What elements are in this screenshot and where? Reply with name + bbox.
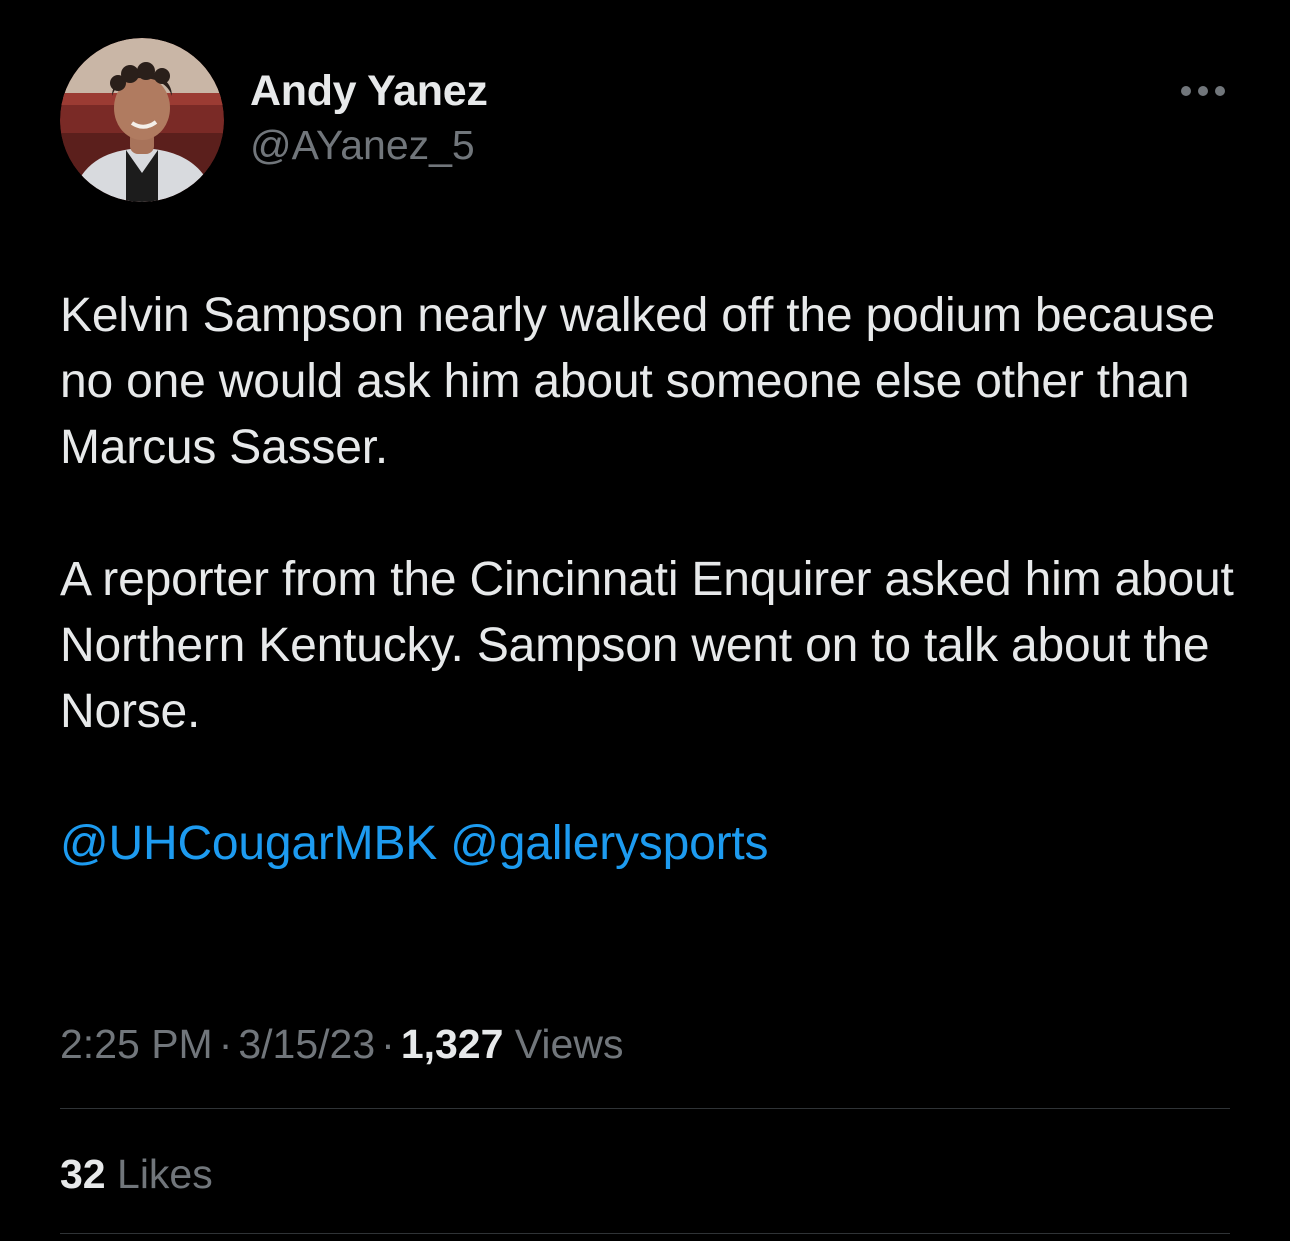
tweet-paragraph: Kelvin Sampson nearly walked off the pod… (60, 289, 1215, 474)
author-avatar[interactable] (60, 38, 224, 202)
views-label: Views (514, 1021, 624, 1067)
separator-dot: · (381, 1021, 395, 1067)
views-count: 1,327 (400, 1021, 504, 1067)
tweet-mentions: @UHCougarMBK @gallerysports (60, 811, 1240, 877)
tweet-text: Kelvin Sampson nearly walked off the pod… (60, 283, 1240, 877)
more-options-button[interactable] (1176, 78, 1230, 104)
tweet-metadata: 2:25 PM · 3/15/23 · 1,327 Views (60, 1016, 623, 1072)
tweet-detail: Andy Yanez @AYanez_5 Kelvin Sampson near… (0, 0, 1290, 1241)
mention-link-gallerysports[interactable]: @gallerysports (450, 817, 768, 870)
tweet-paragraph: A reporter from the Cincinnati Enquirer … (60, 553, 1234, 738)
author-info: Andy Yanez @AYanez_5 (250, 66, 488, 170)
tweet-date[interactable]: 3/15/23 (238, 1021, 375, 1067)
divider (60, 1108, 1230, 1109)
tweet-time[interactable]: 2:25 PM (60, 1021, 213, 1067)
likes-count: 32 (60, 1151, 106, 1197)
likes-link[interactable]: 32 Likes (60, 1146, 213, 1202)
likes-label: Likes (117, 1151, 213, 1197)
separator-dot: · (218, 1021, 233, 1067)
author-handle[interactable]: @AYanez_5 (250, 120, 488, 170)
ellipsis-icon (1181, 86, 1225, 96)
mention-link-uhcougarmbk[interactable]: @UHCougarMBK (60, 817, 437, 870)
divider (60, 1233, 1230, 1234)
author-display-name[interactable]: Andy Yanez (250, 66, 488, 116)
profile-photo-icon (60, 38, 224, 202)
